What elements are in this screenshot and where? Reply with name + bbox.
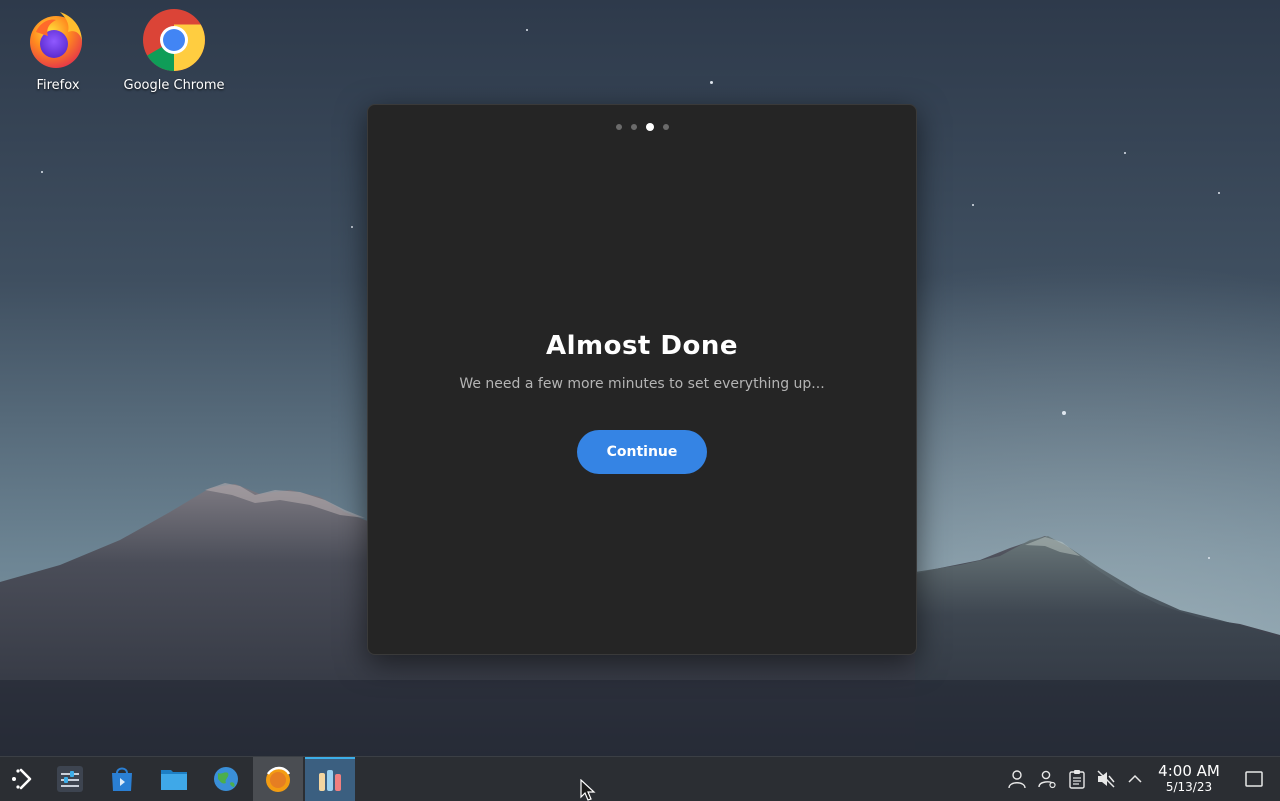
continue-button[interactable]: Continue (577, 430, 707, 474)
globe-settings-icon (214, 767, 238, 791)
page-indicator (368, 123, 916, 131)
page-dot[interactable] (615, 124, 622, 130)
welcome-center-icon (319, 770, 341, 791)
tray-user-switch[interactable] (1036, 768, 1058, 790)
taskbar-app-system-settings[interactable] (45, 757, 95, 801)
page-dot[interactable] (662, 124, 669, 130)
system-settings-sliders-icon (57, 766, 83, 792)
page-dot-active[interactable] (645, 123, 654, 131)
clock-time: 4:00 AM (1158, 762, 1220, 780)
desktop-icon-google-chrome[interactable]: Google Chrome (119, 8, 229, 93)
volume-muted-icon (1097, 770, 1115, 788)
clock-date: 5/13/23 (1165, 780, 1213, 794)
chrome-icon (142, 8, 206, 72)
taskbar-app-file-manager[interactable] (149, 757, 199, 801)
page-dot[interactable] (630, 124, 637, 130)
file-manager-icon (161, 770, 187, 790)
dialog-subtitle: We need a few more minutes to set everyt… (459, 376, 825, 392)
taskbar: 4:00 AM 5/13/23 (0, 756, 1280, 801)
taskbar-app-discover[interactable] (97, 757, 147, 801)
desktop-icon-label: Google Chrome (123, 78, 225, 93)
tray-user[interactable] (1006, 768, 1028, 790)
setup-dialog: Almost Done We need a few more minutes t… (367, 104, 917, 655)
digital-clock[interactable]: 4:00 AM 5/13/23 (1150, 762, 1228, 795)
discover-store-icon (112, 767, 132, 791)
desktop-icon-label: Firefox (36, 78, 80, 93)
taskbar-app-globe[interactable] (201, 757, 251, 801)
application-launcher-button[interactable] (0, 757, 44, 801)
tray-volume[interactable] (1095, 768, 1117, 790)
taskbar-app-orange[interactable] (253, 757, 303, 801)
orange-app-icon (266, 766, 291, 792)
tray-clipboard[interactable] (1066, 768, 1088, 790)
dialog-title: Almost Done (545, 331, 739, 361)
user-switch-icon (1038, 770, 1056, 789)
firefox-icon (26, 8, 90, 72)
mouse-cursor-icon (580, 779, 596, 801)
clipboard-icon (1069, 770, 1085, 789)
show-desktop-button[interactable] (1243, 768, 1265, 790)
tray-expand[interactable] (1124, 768, 1146, 790)
application-launcher-icon (12, 768, 32, 790)
desktop-icon-firefox[interactable]: Firefox (3, 8, 113, 93)
taskbar-app-welcome-center[interactable] (305, 757, 355, 801)
show-desktop-icon (1245, 771, 1263, 787)
expand-tray-chevron-icon (1128, 774, 1142, 783)
user-icon (1008, 770, 1026, 789)
